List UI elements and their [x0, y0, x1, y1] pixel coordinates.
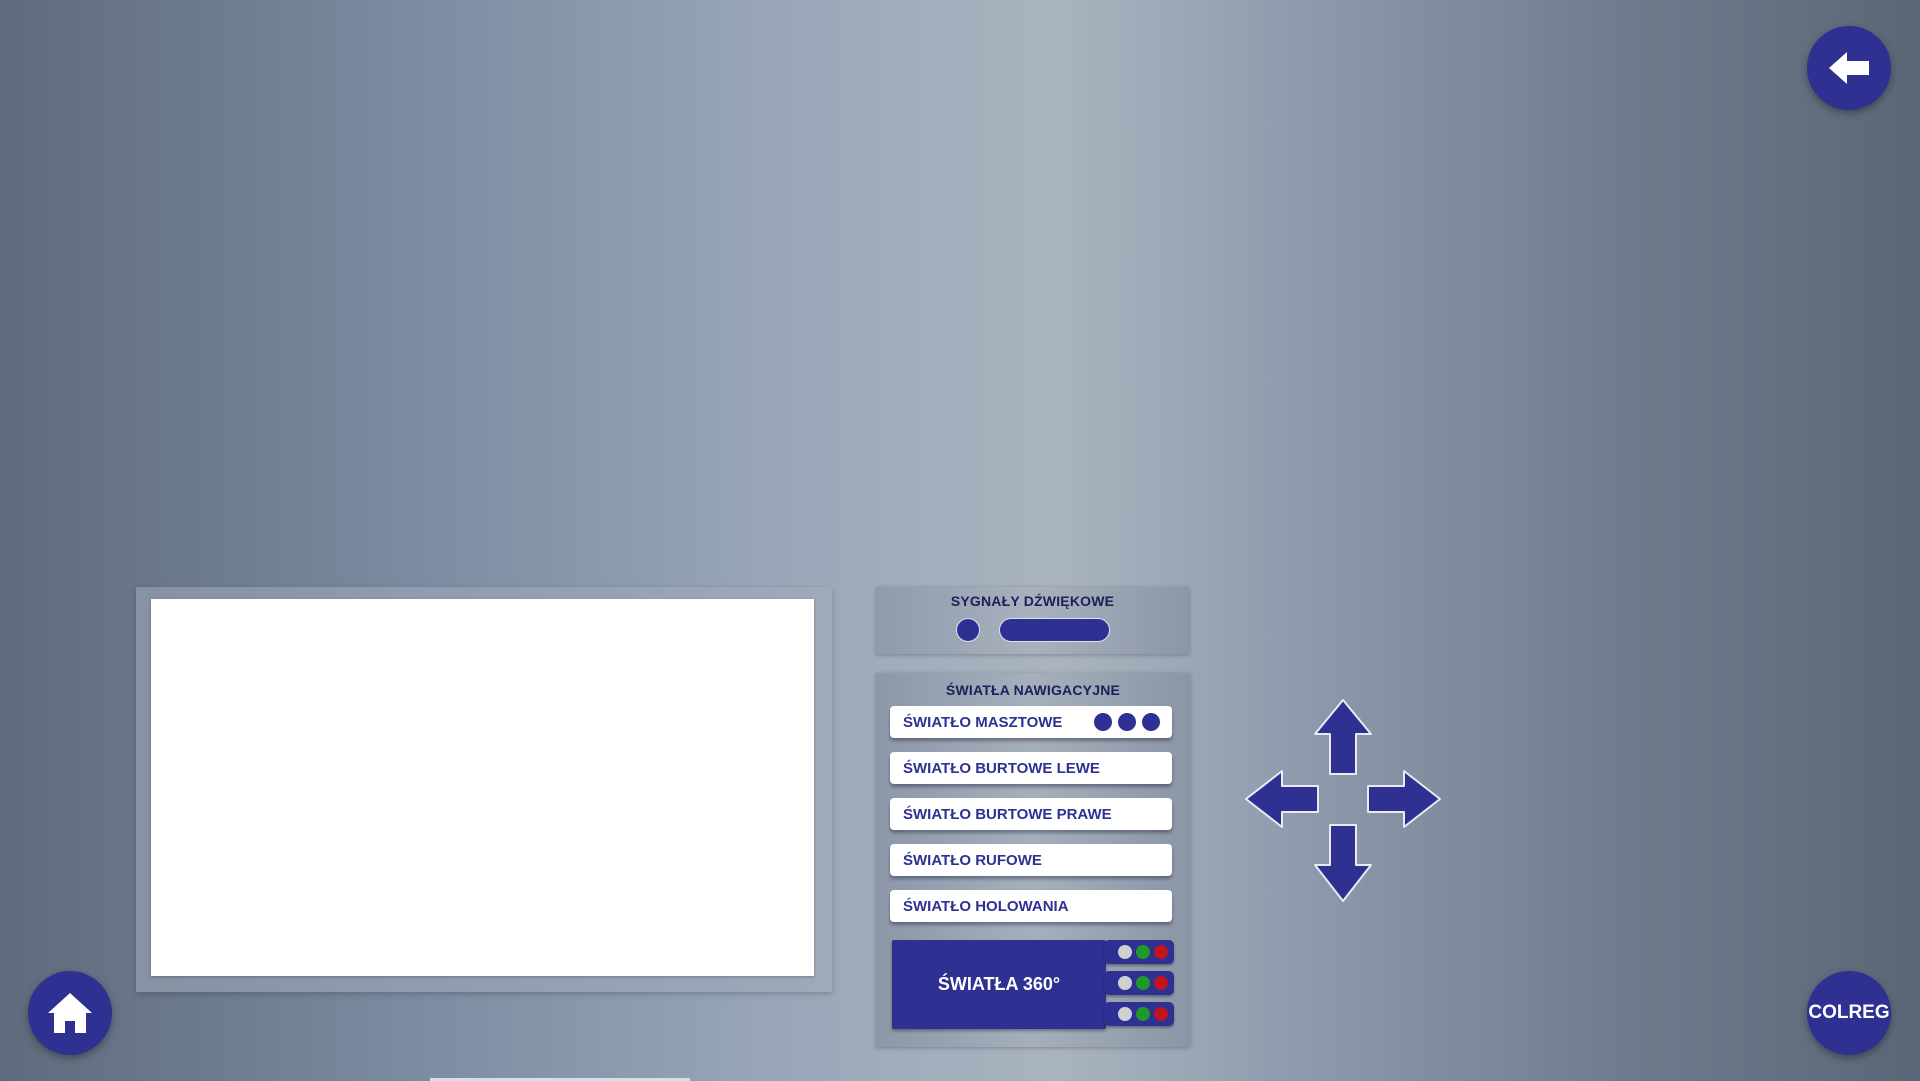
arrow-up-icon[interactable] [1312, 698, 1374, 776]
simulation-view [151, 599, 814, 976]
long-signal-button[interactable] [999, 618, 1110, 642]
home-icon [48, 993, 92, 1033]
all-round-lights-button[interactable]: ŚWIATŁA 360° [892, 940, 1106, 1029]
stern-light-button[interactable]: ŚWIATŁO RUFOWE [890, 844, 1172, 876]
arrow-down-icon[interactable] [1312, 823, 1374, 903]
back-button[interactable] [1807, 26, 1891, 110]
white-light-indicator [1118, 945, 1132, 959]
colreg-label: COLREG [1808, 1002, 1890, 1023]
green-light-indicator [1136, 1007, 1150, 1021]
green-light-indicator [1136, 945, 1150, 959]
masthead-dot-1[interactable] [1094, 713, 1112, 731]
navigation-lights-title: ŚWIATŁA NAWIGACYJNE [945, 682, 1121, 698]
sound-signals-title: SYGNAŁY DŹWIĘKOWE [950, 593, 1115, 609]
starboard-sidelight-button[interactable]: ŚWIATŁO BURTOWE PRAWE [890, 798, 1172, 830]
colreg-button[interactable]: COLREG [1807, 971, 1891, 1055]
red-light-indicator [1154, 976, 1168, 990]
all-round-lights-label: ŚWIATŁA 360° [937, 974, 1061, 994]
all-round-light-toggle-3[interactable] [1104, 1002, 1174, 1026]
starboard-sidelight-label: ŚWIATŁO BURTOWE PRAWE [903, 805, 1112, 823]
masthead-dot-3[interactable] [1142, 713, 1160, 731]
masthead-light-indicators [1094, 713, 1160, 731]
red-light-indicator [1154, 1007, 1168, 1021]
masthead-light-button[interactable]: ŚWIATŁO MASZTOWE [890, 706, 1172, 738]
red-light-indicator [1154, 945, 1168, 959]
navigation-lights-panel: ŚWIATŁA NAWIGACYJNE ŚWIATŁO MASZTOWE ŚWI… [876, 673, 1190, 1047]
white-light-indicator [1118, 976, 1132, 990]
all-round-light-toggle-1[interactable] [1104, 940, 1174, 964]
masthead-light-label: ŚWIATŁO MASZTOWE [903, 713, 1063, 731]
home-button[interactable] [28, 971, 112, 1055]
back-arrow-icon [1829, 52, 1869, 84]
port-sidelight-label: ŚWIATŁO BURTOWE LEWE [903, 759, 1100, 777]
all-round-light-toggle-2[interactable] [1104, 971, 1174, 995]
stern-light-label: ŚWIATŁO RUFOWE [903, 851, 1042, 869]
arrow-left-icon[interactable] [1244, 768, 1320, 830]
arrow-right-icon[interactable] [1366, 768, 1442, 830]
short-signal-button[interactable] [956, 618, 980, 642]
sound-signals-panel: SYGNAŁY DŹWIĘKOWE [876, 587, 1189, 654]
towing-light-label: ŚWIATŁO HOLOWANIA [903, 897, 1069, 915]
green-light-indicator [1136, 976, 1150, 990]
port-sidelight-button[interactable]: ŚWIATŁO BURTOWE LEWE [890, 752, 1172, 784]
towing-light-button[interactable]: ŚWIATŁO HOLOWANIA [890, 890, 1172, 922]
view-panel [136, 587, 832, 992]
masthead-dot-2[interactable] [1118, 713, 1136, 731]
white-light-indicator [1118, 1007, 1132, 1021]
